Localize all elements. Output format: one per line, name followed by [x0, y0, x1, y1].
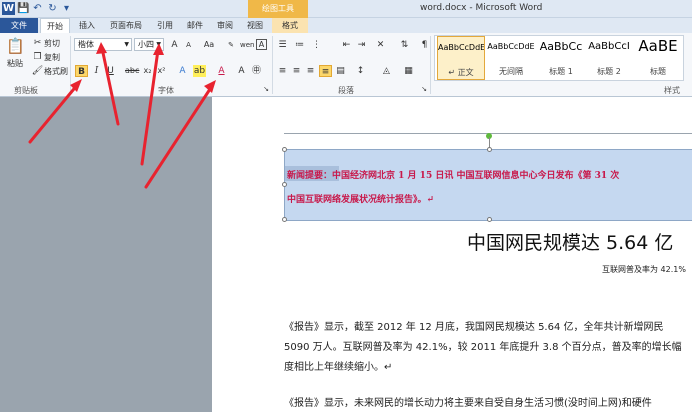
- annotation-arrows: [28, 42, 216, 189]
- arrow-to-font-name: [100, 46, 120, 126]
- arrowhead: [96, 42, 107, 54]
- arrowhead: [204, 80, 216, 93]
- arrow-to-font-size: [140, 48, 160, 166]
- arrowhead: [153, 43, 164, 55]
- arrow-to-font-color: [144, 84, 214, 189]
- arrow-to-bold: [28, 82, 80, 144]
